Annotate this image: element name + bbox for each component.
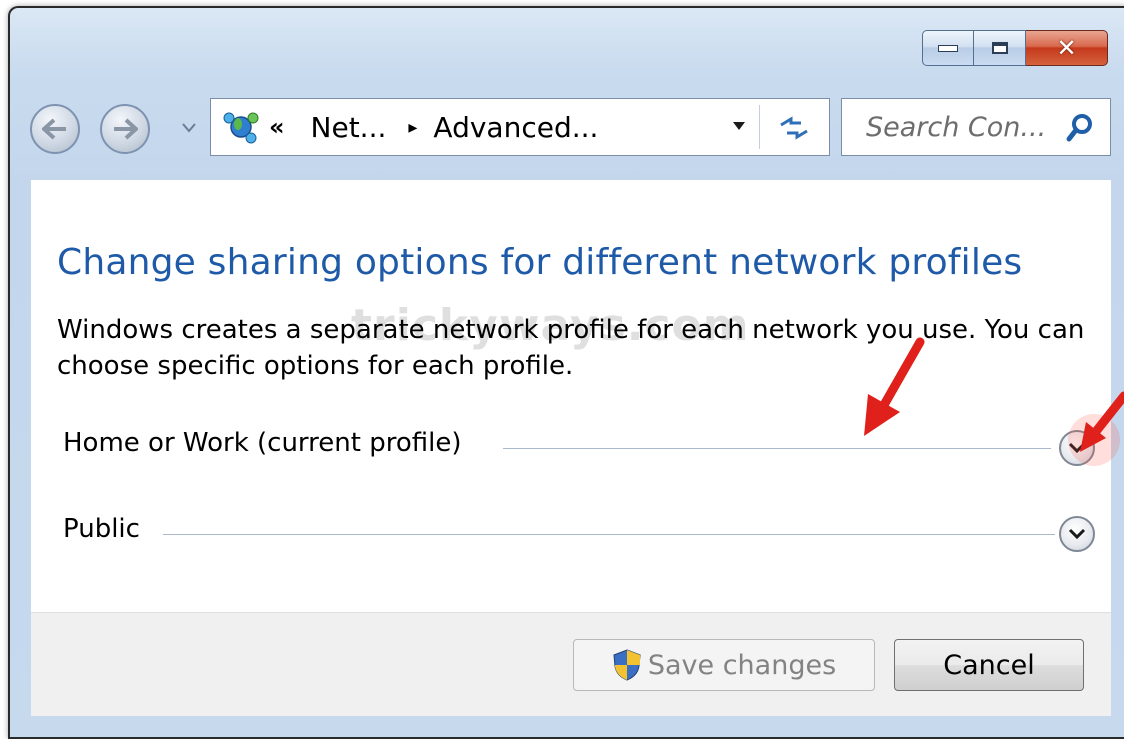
minimize-button[interactable]: [922, 30, 974, 66]
shield-icon: [613, 649, 641, 681]
network-icon: [223, 110, 259, 144]
caption-buttons: ✕: [922, 30, 1108, 66]
section-divider-line: [503, 448, 1051, 449]
expand-home-work-button[interactable]: [1059, 430, 1095, 466]
page-title: Change sharing options for different net…: [57, 242, 1023, 283]
button-bar: Save changes Cancel: [31, 612, 1111, 717]
expand-public-button[interactable]: [1059, 516, 1095, 552]
breadcrumb-advanced[interactable]: Advanced...: [433, 111, 598, 144]
profile-label-home-work[interactable]: Home or Work (current profile): [63, 428, 462, 458]
forward-button[interactable]: [100, 104, 150, 154]
window-bottom-edge: [31, 716, 1111, 722]
refresh-icon[interactable]: [777, 113, 811, 143]
address-dropdown-icon[interactable]: [731, 121, 747, 131]
maximize-icon: [991, 42, 1008, 54]
profile-label-public[interactable]: Public: [63, 514, 140, 544]
forward-arrow-icon: [114, 118, 138, 140]
chevron-down-icon: [1068, 528, 1086, 540]
search-icon[interactable]: [1066, 113, 1094, 143]
breadcrumb-network[interactable]: Net...: [311, 111, 387, 144]
save-changes-button[interactable]: Save changes: [573, 639, 875, 691]
maximize-button[interactable]: [974, 30, 1026, 66]
address-overflow-chevron[interactable]: «: [269, 113, 285, 141]
save-changes-label: Save changes: [647, 649, 837, 681]
address-bar[interactable]: « Net... ▸ Advanced...: [210, 98, 830, 156]
recent-pages-dropdown-icon[interactable]: [181, 122, 197, 134]
back-button[interactable]: [30, 104, 80, 154]
close-icon: ✕: [1056, 34, 1077, 62]
search-box[interactable]: Search Con...: [841, 98, 1111, 156]
search-placeholder[interactable]: Search Con...: [866, 112, 1046, 143]
breadcrumb-separator[interactable]: ▸: [408, 117, 417, 138]
profile-section-public[interactable]: Public: [63, 514, 1103, 554]
page-description: Windows creates a separate network profi…: [57, 315, 1085, 381]
content-pane: Change sharing options for different net…: [31, 180, 1111, 612]
back-arrow-icon: [42, 118, 66, 140]
close-button[interactable]: ✕: [1026, 30, 1108, 66]
chevron-down-icon: [1068, 442, 1086, 454]
address-divider: [759, 105, 760, 149]
cancel-button[interactable]: Cancel: [894, 639, 1084, 691]
minimize-icon: [938, 44, 958, 52]
section-divider-line: [163, 534, 1055, 535]
profile-section-home-work[interactable]: Home or Work (current profile): [63, 428, 1103, 468]
